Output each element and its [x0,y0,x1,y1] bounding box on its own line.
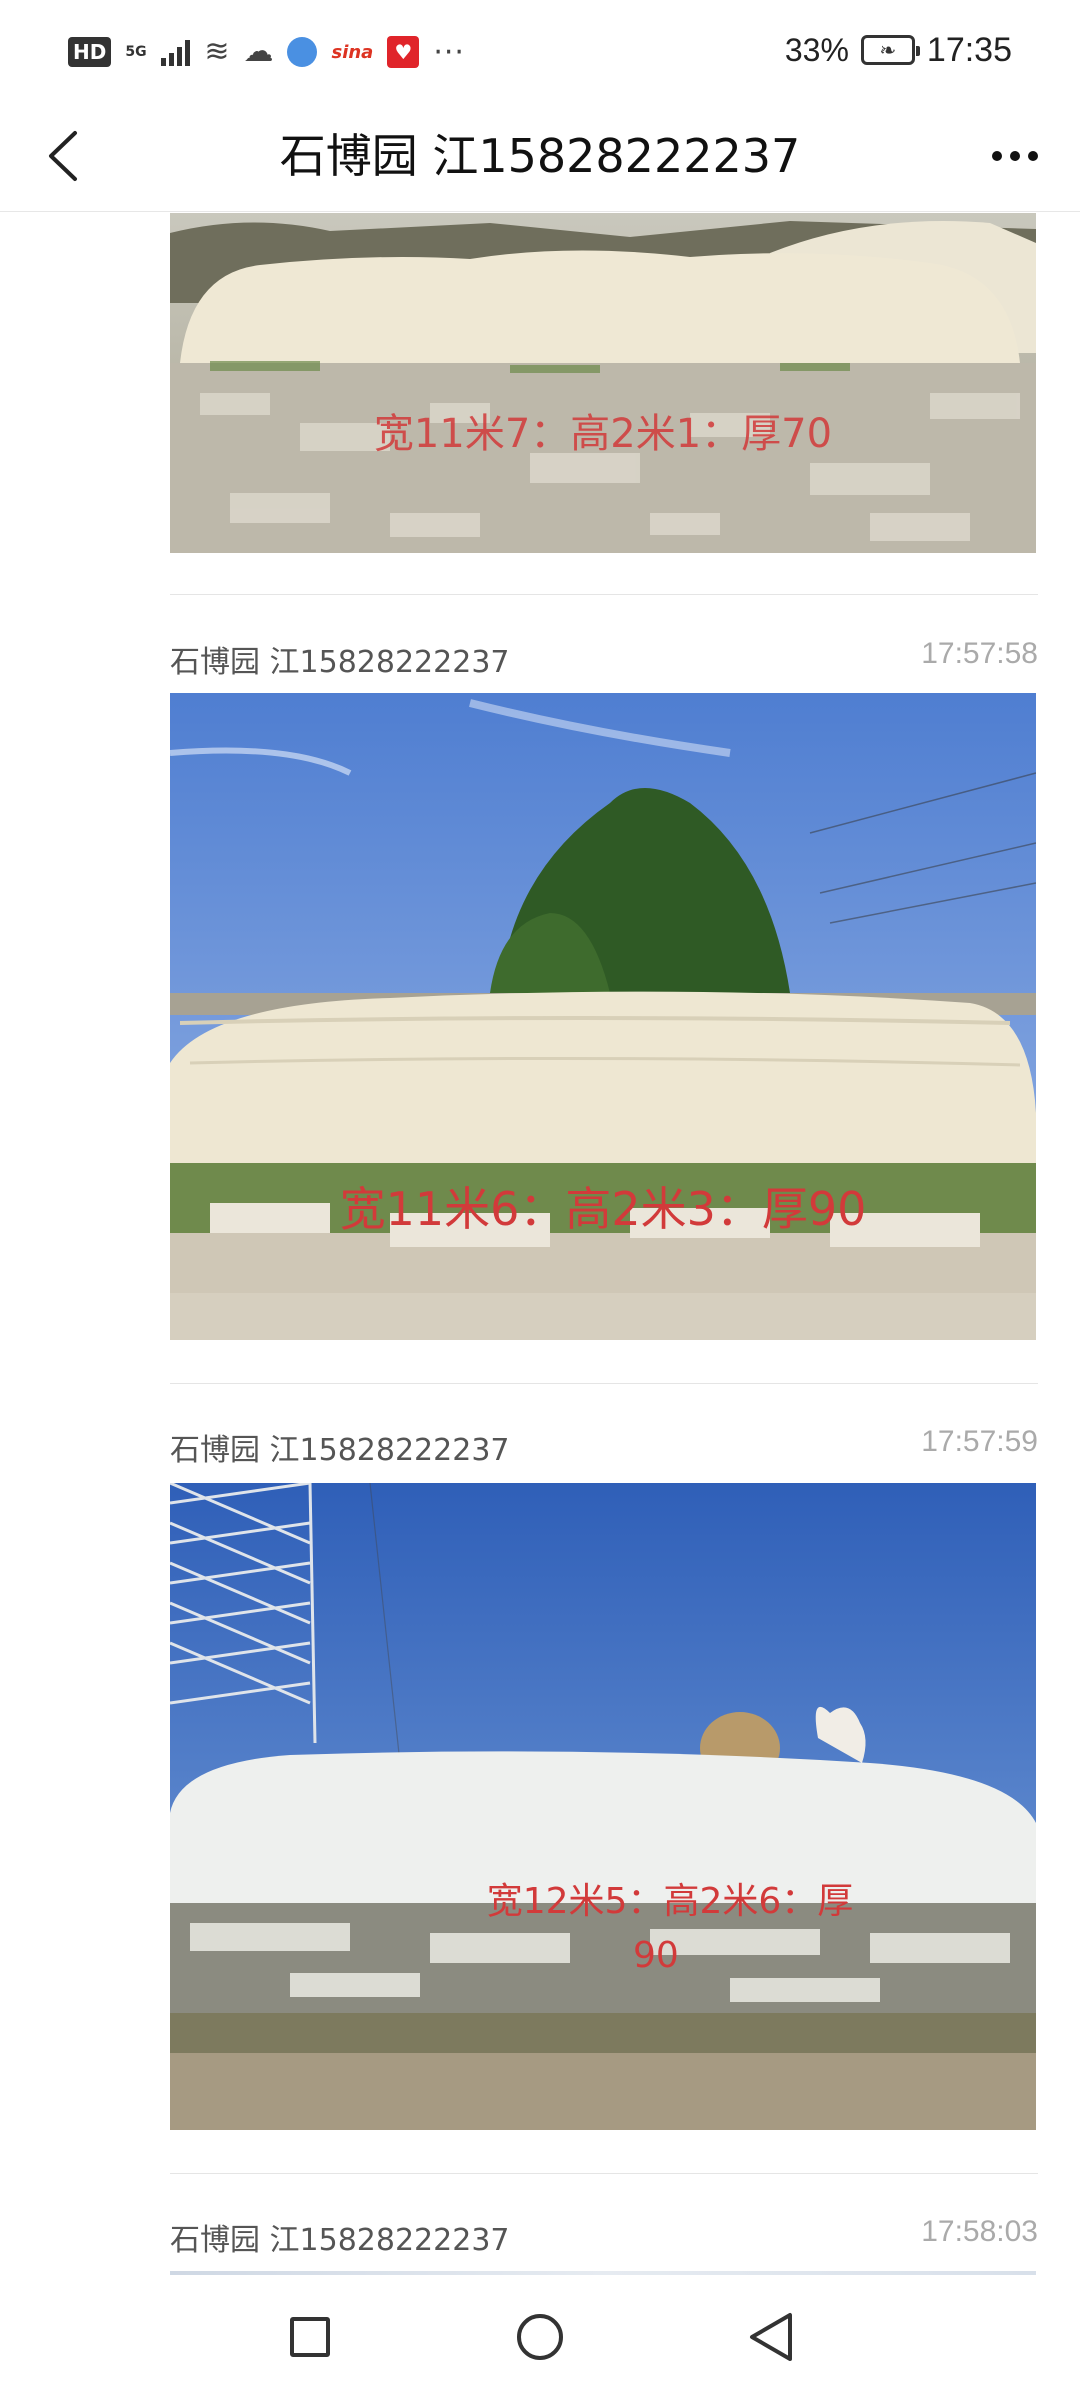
stone-caption: 宽12米5：高2米6：厚 90 [455,1875,885,1983]
message-sender: 石博园 江15828222237 [170,1433,510,1468]
back-button[interactable] [30,124,94,188]
message-feed[interactable]: 宽11米7：高2米1：厚70 石博园 江15828222237 17:57:58 [0,213,1080,2275]
hd-icon: HD [68,37,112,67]
divider [170,594,1038,595]
status-time: 17:35 [926,30,1012,69]
nav-bar: 石博园 江15828222237 [0,100,1080,212]
page-title: 石博园 江15828222237 [279,129,801,183]
tap-icon: ≋ [204,34,230,69]
browser-icon [287,37,318,67]
system-navigation-bar [0,2275,1080,2400]
message-image-3[interactable]: 宽12米5：高2米6：厚 90 [170,1483,1036,2130]
message-timestamp: 17:57:58 [921,637,1038,670]
message-timestamp: 17:58:03 [921,2215,1038,2248]
home-icon [517,2314,563,2360]
caption-line: 90 [633,1935,679,1976]
leaf-icon: ❧ [879,38,897,62]
more-button[interactable] [980,130,1050,182]
recent-apps-button[interactable] [270,2297,350,2377]
more-horizontal-icon [992,151,1038,161]
message-image-2[interactable]: 宽11米6：高2米3：厚90 [170,693,1036,1340]
stone-photo-1 [170,213,1036,553]
back-nav-button[interactable] [730,2297,810,2377]
chevron-left-icon [49,131,77,181]
home-button[interactable] [500,2297,580,2377]
caption-line: 宽12米5：高2米6：厚 [486,1881,854,1922]
more-dots-icon: ··· [433,34,465,70]
back-triangle-icon [750,2313,792,2361]
message-timestamp: 17:57:59 [921,1425,1038,1458]
caption-line: 宽11米6：高2米3：厚90 [339,1182,867,1236]
network-type-label: 5G [125,44,147,60]
divider [170,2173,1038,2174]
status-bar: HD 5G ≋ ☁ sina ♥ ··· 33% ❧ 17:35 [0,0,1080,100]
status-bar-right: 33% ❧ 17:35 [785,28,1012,72]
stone-photo-2 [170,693,1036,1340]
signal-icon [161,38,191,66]
message-sender: 石博园 江15828222237 [170,645,510,680]
status-bar-left: HD 5G ≋ ☁ sina ♥ ··· [68,30,465,74]
message-sender: 石博园 江15828222237 [170,2223,510,2258]
stone-photo-3 [170,1483,1036,2130]
wechat-icon: ☁ [243,34,274,69]
divider [170,1383,1038,1384]
stone-caption: 宽11米7：高2米1：厚70 [170,401,1036,459]
stone-caption: 宽11米6：高2米3：厚90 [170,1173,1036,1239]
battery-icon: ❧ [860,35,920,65]
caption-line: 宽11米7：高2米1：厚70 [373,411,833,457]
message-image-1[interactable]: 宽11米7：高2米1：厚70 [170,213,1036,553]
recent-apps-icon [290,2317,330,2357]
sina-icon: sina [331,41,374,63]
app-icon: ♥ [387,36,420,68]
battery-percent: 33% [784,31,849,68]
